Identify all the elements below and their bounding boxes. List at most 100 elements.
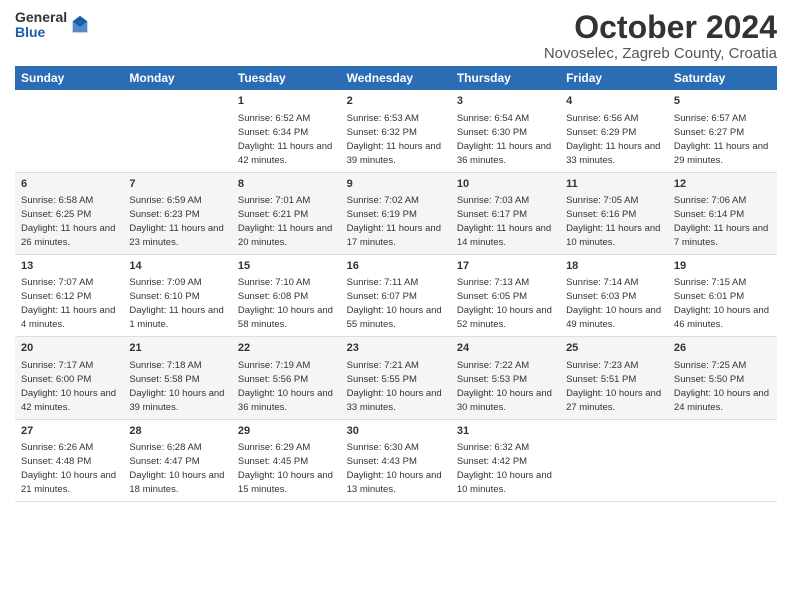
- calendar-cell: 30Sunrise: 6:30 AM Sunset: 4:43 PM Dayli…: [341, 419, 451, 501]
- calendar-cell: 4 Sunrise: 6:56 AM Sunset: 6:29 PM Daylig…: [560, 90, 668, 172]
- calendar-cell: 18 Sunrise: 7:14 AM Sunset: 6:03 PM Dayli…: [560, 254, 668, 336]
- calendar-cell: 14 Sunrise: 7:09 AM Sunset: 6:10 PM Dayli…: [123, 254, 232, 336]
- day-number: 11: [566, 177, 662, 192]
- calendar-cell: 22Sunrise: 7:19 AM Sunset: 5:56 PM Dayli…: [232, 337, 341, 419]
- day-number: 12: [674, 177, 771, 192]
- calendar-cell: 26Sunrise: 7:25 AM Sunset: 5:50 PM Dayli…: [668, 337, 777, 419]
- day-number: 23: [347, 341, 445, 356]
- calendar-cell: 8 Sunrise: 7:01 AM Sunset: 6:21 PM Daylig…: [232, 172, 341, 254]
- day-info: Sunrise: 6:53 AM Sunset: 6:32 PM Dayligh…: [347, 113, 441, 166]
- weekday-header: Sunday: [15, 66, 123, 90]
- day-info: Sunrise: 7:21 AM Sunset: 5:55 PM Dayligh…: [347, 360, 442, 413]
- day-number: 2: [347, 94, 445, 109]
- calendar-week-row: 13Sunrise: 7:07 AM Sunset: 6:12 PM Dayli…: [15, 254, 777, 336]
- location: Novoselec, Zagreb County, Croatia: [544, 45, 777, 62]
- day-number: 24: [457, 341, 554, 356]
- day-info: Sunrise: 6:54 AM Sunset: 6:30 PM Dayligh…: [457, 113, 551, 166]
- calendar-cell: 31 Sunrise: 6:32 AM Sunset: 4:42 PM Dayli…: [451, 419, 560, 501]
- calendar-cell: [15, 90, 123, 172]
- day-number: 20: [21, 341, 117, 356]
- weekday-header-row: SundayMondayTuesdayWednesdayThursdayFrid…: [15, 66, 777, 90]
- weekday-header: Tuesday: [232, 66, 341, 90]
- calendar-cell: 10 Sunrise: 7:03 AM Sunset: 6:17 PM Dayli…: [451, 172, 560, 254]
- day-info: Sunrise: 7:07 AM Sunset: 6:12 PM Dayligh…: [21, 277, 115, 330]
- calendar-cell: 19Sunrise: 7:15 AM Sunset: 6:01 PM Dayli…: [668, 254, 777, 336]
- day-info: Sunrise: 7:10 AM Sunset: 6:08 PM Dayligh…: [238, 277, 333, 330]
- weekday-header: Wednesday: [341, 66, 451, 90]
- calendar-cell: 12 Sunrise: 7:06 AM Sunset: 6:14 PM Dayli…: [668, 172, 777, 254]
- day-info: Sunrise: 7:25 AM Sunset: 5:50 PM Dayligh…: [674, 360, 769, 413]
- day-info: Sunrise: 7:06 AM Sunset: 6:14 PM Dayligh…: [674, 195, 768, 248]
- day-info: Sunrise: 6:57 AM Sunset: 6:27 PM Dayligh…: [674, 113, 768, 166]
- day-number: 17: [457, 259, 554, 274]
- day-info: Sunrise: 6:32 AM Sunset: 4:42 PM Dayligh…: [457, 442, 552, 495]
- calendar-cell: 25 Sunrise: 7:23 AM Sunset: 5:51 PM Dayli…: [560, 337, 668, 419]
- calendar-week-row: 6 Sunrise: 6:58 AM Sunset: 6:25 PM Daylig…: [15, 172, 777, 254]
- calendar-week-row: 27 Sunrise: 6:26 AM Sunset: 4:48 PM Dayli…: [15, 419, 777, 501]
- weekday-header: Monday: [123, 66, 232, 90]
- day-number: 16: [347, 259, 445, 274]
- day-number: 27: [21, 424, 117, 439]
- calendar-cell: 17 Sunrise: 7:13 AM Sunset: 6:05 PM Dayli…: [451, 254, 560, 336]
- day-info: Sunrise: 7:19 AM Sunset: 5:56 PM Dayligh…: [238, 360, 333, 413]
- logo: General Blue: [15, 10, 91, 41]
- day-info: Sunrise: 6:59 AM Sunset: 6:23 PM Dayligh…: [129, 195, 223, 248]
- logo-general-text: General: [15, 10, 67, 25]
- day-number: 31: [457, 424, 554, 439]
- calendar-cell: 29Sunrise: 6:29 AM Sunset: 4:45 PM Dayli…: [232, 419, 341, 501]
- day-number: 30: [347, 424, 445, 439]
- day-number: 10: [457, 177, 554, 192]
- day-info: Sunrise: 6:58 AM Sunset: 6:25 PM Dayligh…: [21, 195, 115, 248]
- calendar-cell: [123, 90, 232, 172]
- day-info: Sunrise: 7:18 AM Sunset: 5:58 PM Dayligh…: [129, 360, 224, 413]
- day-info: Sunrise: 7:05 AM Sunset: 6:16 PM Dayligh…: [566, 195, 660, 248]
- calendar-week-row: 1Sunrise: 6:52 AM Sunset: 6:34 PM Daylig…: [15, 90, 777, 172]
- calendar-cell: 13Sunrise: 7:07 AM Sunset: 6:12 PM Dayli…: [15, 254, 123, 336]
- calendar-cell: 27 Sunrise: 6:26 AM Sunset: 4:48 PM Dayli…: [15, 419, 123, 501]
- day-info: Sunrise: 7:09 AM Sunset: 6:10 PM Dayligh…: [129, 277, 223, 330]
- day-info: Sunrise: 6:56 AM Sunset: 6:29 PM Dayligh…: [566, 113, 660, 166]
- calendar-cell: [668, 419, 777, 501]
- calendar-cell: [560, 419, 668, 501]
- weekday-header: Thursday: [451, 66, 560, 90]
- calendar-cell: 16 Sunrise: 7:11 AM Sunset: 6:07 PM Dayli…: [341, 254, 451, 336]
- day-number: 8: [238, 177, 335, 192]
- calendar-cell: 21 Sunrise: 7:18 AM Sunset: 5:58 PM Dayli…: [123, 337, 232, 419]
- calendar-cell: 2 Sunrise: 6:53 AM Sunset: 6:32 PM Daylig…: [341, 90, 451, 172]
- day-number: 7: [129, 177, 226, 192]
- day-info: Sunrise: 7:11 AM Sunset: 6:07 PM Dayligh…: [347, 277, 442, 330]
- day-number: 15: [238, 259, 335, 274]
- calendar-cell: 15 Sunrise: 7:10 AM Sunset: 6:08 PM Dayli…: [232, 254, 341, 336]
- calendar-cell: 9 Sunrise: 7:02 AM Sunset: 6:19 PM Daylig…: [341, 172, 451, 254]
- day-number: 5: [674, 94, 771, 109]
- day-number: 18: [566, 259, 662, 274]
- day-info: Sunrise: 6:28 AM Sunset: 4:47 PM Dayligh…: [129, 442, 224, 495]
- calendar-cell: 7 Sunrise: 6:59 AM Sunset: 6:23 PM Daylig…: [123, 172, 232, 254]
- day-info: Sunrise: 7:03 AM Sunset: 6:17 PM Dayligh…: [457, 195, 551, 248]
- logo-blue-text: Blue: [15, 25, 67, 40]
- day-info: Sunrise: 7:17 AM Sunset: 6:00 PM Dayligh…: [21, 360, 116, 413]
- day-number: 14: [129, 259, 226, 274]
- calendar-cell: 6 Sunrise: 6:58 AM Sunset: 6:25 PM Daylig…: [15, 172, 123, 254]
- day-info: Sunrise: 6:29 AM Sunset: 4:45 PM Dayligh…: [238, 442, 333, 495]
- calendar-cell: 20 Sunrise: 7:17 AM Sunset: 6:00 PM Dayli…: [15, 337, 123, 419]
- calendar-cell: 28 Sunrise: 6:28 AM Sunset: 4:47 PM Dayli…: [123, 419, 232, 501]
- day-info: Sunrise: 7:14 AM Sunset: 6:03 PM Dayligh…: [566, 277, 661, 330]
- day-number: 3: [457, 94, 554, 109]
- day-info: Sunrise: 7:23 AM Sunset: 5:51 PM Dayligh…: [566, 360, 661, 413]
- weekday-header: Friday: [560, 66, 668, 90]
- day-number: 21: [129, 341, 226, 356]
- weekday-header: Saturday: [668, 66, 777, 90]
- day-info: Sunrise: 7:13 AM Sunset: 6:05 PM Dayligh…: [457, 277, 552, 330]
- calendar-cell: 5 Sunrise: 6:57 AM Sunset: 6:27 PM Daylig…: [668, 90, 777, 172]
- day-info: Sunrise: 7:01 AM Sunset: 6:21 PM Dayligh…: [238, 195, 332, 248]
- calendar-cell: 3 Sunrise: 6:54 AM Sunset: 6:30 PM Daylig…: [451, 90, 560, 172]
- day-number: 9: [347, 177, 445, 192]
- day-number: 6: [21, 177, 117, 192]
- calendar-week-row: 20 Sunrise: 7:17 AM Sunset: 6:00 PM Dayli…: [15, 337, 777, 419]
- day-number: 4: [566, 94, 662, 109]
- day-number: 25: [566, 341, 662, 356]
- day-info: Sunrise: 7:02 AM Sunset: 6:19 PM Dayligh…: [347, 195, 441, 248]
- day-number: 28: [129, 424, 226, 439]
- day-info: Sunrise: 6:26 AM Sunset: 4:48 PM Dayligh…: [21, 442, 116, 495]
